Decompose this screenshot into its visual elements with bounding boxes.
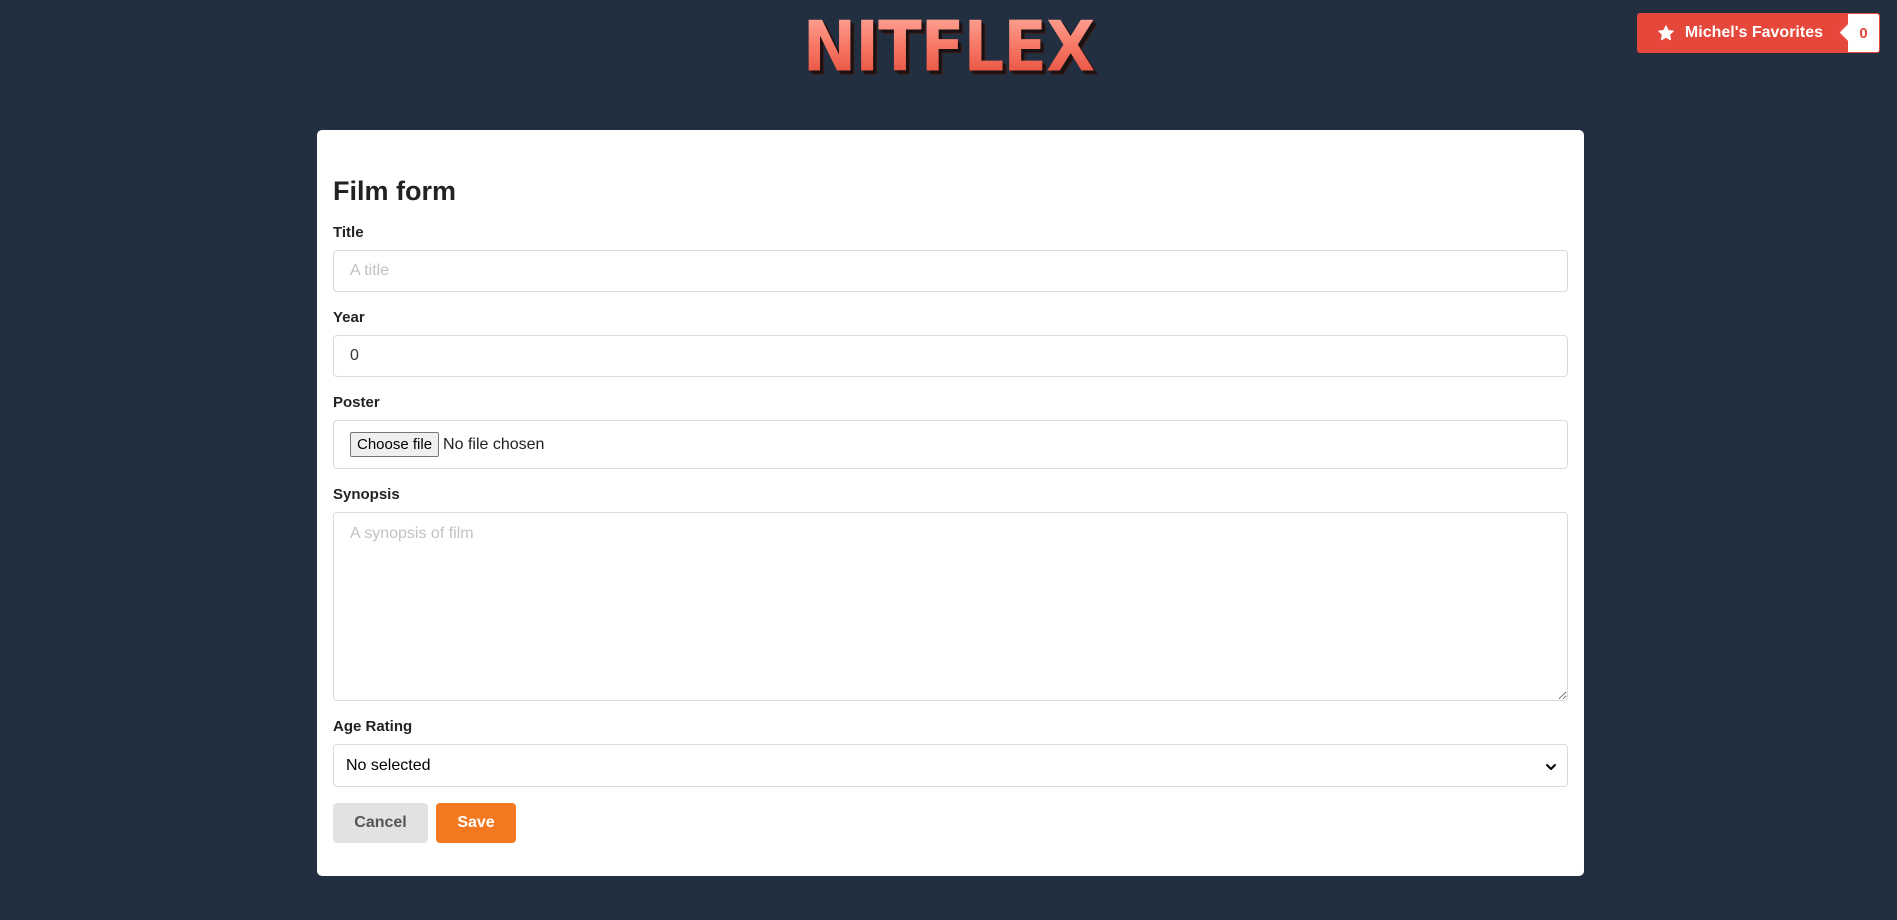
year-input[interactable] xyxy=(333,335,1568,377)
title-input[interactable] xyxy=(333,250,1568,292)
synopsis-label: Synopsis xyxy=(333,486,400,503)
year-field: Year xyxy=(333,309,1568,377)
form-title: Film form xyxy=(333,176,457,206)
favorites-button[interactable]: Michel's Favorites xyxy=(1636,13,1847,53)
form-actions: Cancel Save xyxy=(333,803,1568,843)
app-logo[interactable]: NITFLEX xyxy=(0,5,1897,91)
film-form-card: Film form Title Year Poster Choose file … xyxy=(317,130,1584,876)
favorites-label: Michel's Favorites xyxy=(1684,24,1823,41)
file-status: No file chosen xyxy=(443,435,545,453)
save-button[interactable]: Save xyxy=(436,803,516,843)
poster-label: Poster xyxy=(333,394,380,411)
choose-file-button[interactable]: Choose file xyxy=(350,432,440,457)
star-icon xyxy=(1657,24,1675,42)
poster-file-input[interactable]: Choose file No file chosen xyxy=(333,420,1568,469)
age-rating-selected: No selected xyxy=(346,756,431,774)
title-field: Title xyxy=(333,224,1568,292)
poster-field: Poster Choose file No file chosen xyxy=(333,394,1568,469)
favorites-widget[interactable]: Michel's Favorites 0 xyxy=(1636,13,1880,53)
age-rating-select[interactable]: No selected xyxy=(333,744,1568,787)
age-rating-field: Age Rating No selected xyxy=(333,718,1568,787)
page-header: NITFLEX Michel's Favorites 0 xyxy=(0,0,1897,130)
chevron-down-icon xyxy=(1545,760,1557,772)
synopsis-textarea[interactable] xyxy=(333,512,1568,701)
synopsis-field: Synopsis xyxy=(333,486,1568,701)
favorites-count-badge: 0 xyxy=(1847,13,1880,53)
age-rating-label: Age Rating xyxy=(333,718,413,735)
year-label: Year xyxy=(333,309,365,326)
title-label: Title xyxy=(333,224,364,241)
cancel-button[interactable]: Cancel xyxy=(333,803,428,843)
